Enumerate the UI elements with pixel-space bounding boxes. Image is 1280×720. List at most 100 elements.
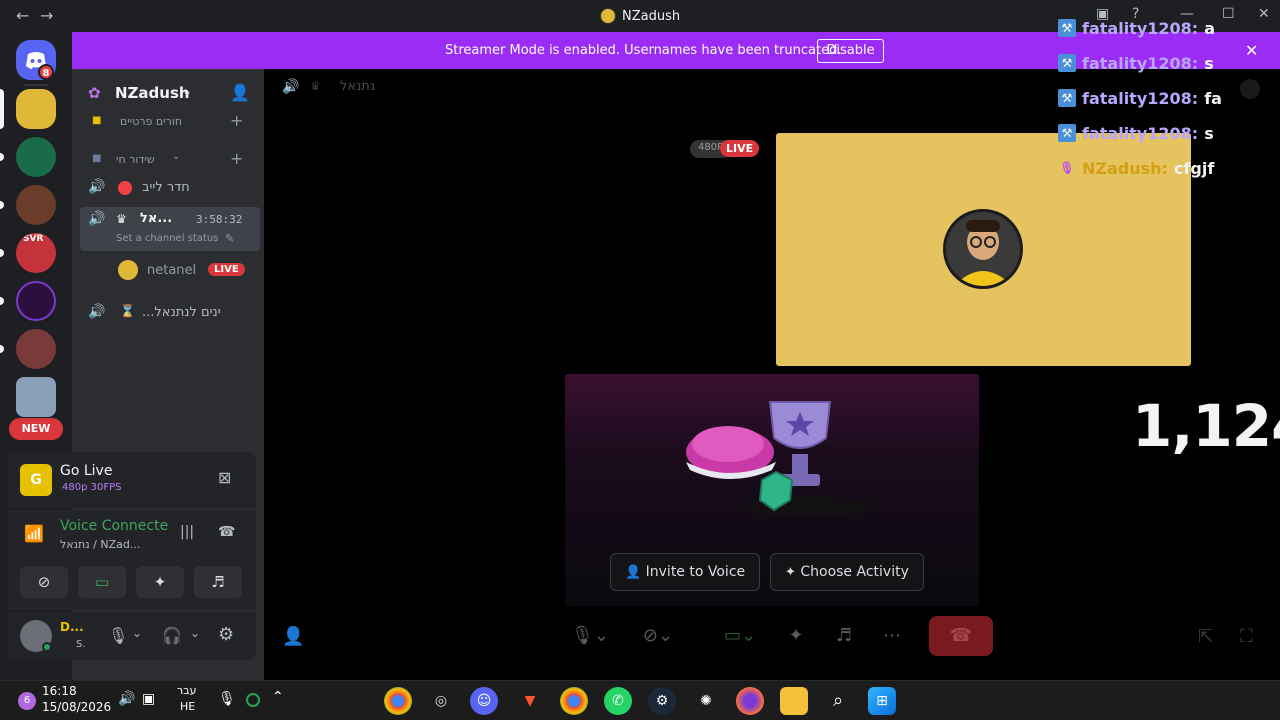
choose-activity-label: Choose Activity	[800, 564, 909, 580]
file-explorer-icon[interactable]	[780, 687, 808, 715]
voice-status-title[interactable]: Voice Connecte	[60, 518, 168, 534]
obs-icon[interactable]: ◎	[427, 687, 455, 715]
channel-netanel-selected[interactable]: 🔊 ♛ אל... 3:58:32 Set a channel status ✎	[80, 207, 260, 251]
chat-bubble-icon[interactable]	[1240, 79, 1260, 99]
chevron-down-icon[interactable]: ⌄	[132, 626, 142, 640]
channel-waiting[interactable]: 🔊 ⌛ ...ינים לנתנאל	[80, 301, 260, 325]
lang-indicator-top[interactable]: עבר	[177, 684, 196, 697]
viewer-counter: 1,124	[1132, 392, 1280, 460]
brave-icon[interactable]: ▼	[516, 687, 544, 715]
screen-share-button[interactable]: ▭	[78, 566, 126, 598]
more-options-icon[interactable]: ⋯	[870, 616, 914, 656]
voice-status-subtitle[interactable]: נתנאל / NZad...	[60, 538, 140, 551]
steam-icon[interactable]: ⚙	[648, 687, 676, 715]
discord-taskbar-icon[interactable]: ☺	[470, 687, 498, 715]
invite-to-voice-button[interactable]: 👤 Invite to Voice	[610, 553, 761, 591]
noise-suppression-icon[interactable]: |||	[180, 524, 194, 540]
unread-indicator	[0, 297, 4, 305]
headphones-icon[interactable]: 🎧	[162, 626, 182, 645]
disconnect-icon[interactable]: ☎	[218, 524, 235, 540]
taskbar: 6 16:18 15/08/2026 🔊 ▣ עבר HE 🎙 ⌃ ◎ ☺ ▼ …	[0, 680, 1280, 720]
firefox-icon[interactable]	[736, 687, 764, 715]
discord-home-icon[interactable]: 8	[16, 40, 56, 80]
fullscreen-icon[interactable]: ⛶	[1240, 626, 1253, 647]
kick-icon: ⚒	[1058, 124, 1076, 142]
chat-author: fatality1208:	[1082, 18, 1199, 38]
trophy-illustration-icon	[686, 401, 880, 516]
soundboard-button[interactable]: ♬	[194, 566, 242, 598]
kick-icon: ⚒	[1058, 19, 1076, 37]
leave-call-button[interactable]: ☎	[929, 616, 993, 656]
server-avatar-icon[interactable]	[16, 185, 56, 225]
guild-header[interactable]: ✿ NZadush ⌄ 👤	[72, 77, 264, 109]
signal-icon[interactable]: 📶	[24, 524, 44, 543]
whatsapp-icon[interactable]: ✆	[604, 687, 632, 715]
server-nzadush-icon[interactable]	[16, 89, 56, 129]
invite-people-icon[interactable]: 👤	[230, 83, 250, 102]
maximize-icon[interactable]: ☐	[1222, 6, 1235, 22]
chrome-icon[interactable]	[384, 687, 412, 715]
server-svr-icon[interactable]: SVR	[16, 233, 56, 273]
settings-gear-icon[interactable]: ⚙	[218, 624, 234, 645]
server-purple-icon[interactable]	[16, 281, 56, 321]
settings-app-icon[interactable]: ✺	[692, 687, 720, 715]
clock-time[interactable]: 16:18	[42, 684, 77, 698]
chat-line: ⚒ fatality1208: s	[1058, 51, 1214, 75]
microphone-icon[interactable]: 🎙	[108, 626, 128, 645]
network-icon[interactable]: ▣	[142, 691, 155, 707]
category-live[interactable]: ■ שידור חי ⌄ +	[80, 149, 260, 173]
live-badge: LIVE	[208, 263, 245, 276]
search-icon[interactable]: ⌕	[824, 687, 852, 715]
server-person-icon[interactable]	[16, 377, 56, 417]
channel-status[interactable]: Set a channel status	[116, 233, 218, 244]
lang-indicator-bottom[interactable]: HE	[180, 700, 195, 713]
soundboard-control[interactable]: ♬	[822, 616, 866, 656]
camera-button[interactable]: ⊘⌄	[630, 616, 686, 656]
forward-arrow-icon[interactable]: →	[40, 6, 53, 25]
back-arrow-icon[interactable]: ←	[16, 6, 29, 25]
mic-tray-icon[interactable]: 🎙	[218, 691, 236, 707]
chat-line: ⚒ fatality1208: a	[1058, 16, 1215, 40]
member-name: netanel	[147, 263, 197, 278]
add-channel-icon[interactable]: +	[230, 149, 243, 168]
activities-button[interactable]: ✦	[136, 566, 184, 598]
server-red-icon[interactable]	[16, 329, 56, 369]
screen-share-control[interactable]: ▭⌄	[712, 616, 768, 656]
activity-control[interactable]: ✦	[774, 616, 818, 656]
hourglass-icon: ⌛	[120, 304, 135, 318]
category-private[interactable]: ■ חורים פרטיים +	[80, 111, 260, 135]
invite-icon[interactable]: 👤	[282, 626, 304, 647]
server-green-icon[interactable]	[16, 137, 56, 177]
popout-icon[interactable]: ⇱	[1198, 626, 1213, 647]
window-avatar-icon	[600, 8, 616, 24]
volume-icon[interactable]: 🔊	[118, 691, 135, 707]
window-title: NZadush	[600, 8, 680, 24]
add-channel-icon[interactable]: +	[230, 111, 243, 130]
notification-count[interactable]: 6	[18, 692, 36, 710]
chat-author: fatality1208:	[1082, 88, 1199, 108]
avatar	[118, 260, 138, 280]
voice-member-netanel[interactable]: netanel LIVE	[80, 259, 260, 283]
camera-off-button[interactable]: ⊘	[20, 566, 68, 598]
chrome-2-icon[interactable]	[560, 687, 588, 715]
channel-live-room[interactable]: 🔊 חדר לייב	[80, 176, 260, 200]
crown-icon: ♛	[310, 79, 321, 93]
clock-date[interactable]: 15/08/2026	[42, 700, 111, 714]
chat-message: s	[1204, 53, 1214, 73]
close-window-icon[interactable]: ✕	[1258, 6, 1270, 22]
windows-start-icon[interactable]: ⊞	[868, 687, 896, 715]
chevron-down-icon[interactable]: ⌄	[190, 626, 200, 640]
category-label: חורים פרטיים	[120, 115, 183, 128]
online-status-icon	[42, 642, 52, 652]
user-status: S.	[76, 639, 86, 650]
choose-activity-button[interactable]: ✦ Choose Activity	[770, 553, 924, 591]
banner-close-icon[interactable]: ✕	[1245, 41, 1258, 60]
pencil-icon[interactable]: ✎	[225, 232, 234, 245]
stop-stream-icon[interactable]: ⊠	[218, 468, 231, 487]
chevron-up-icon[interactable]: ⌃	[272, 689, 284, 705]
channel-timer: 3:58:32	[196, 213, 243, 226]
tray-status-icon[interactable]	[246, 693, 260, 707]
mic-button[interactable]: 🎙⌄	[562, 616, 618, 656]
disable-button[interactable]: Disable	[817, 39, 884, 63]
window-title-text: NZadush	[622, 8, 681, 24]
